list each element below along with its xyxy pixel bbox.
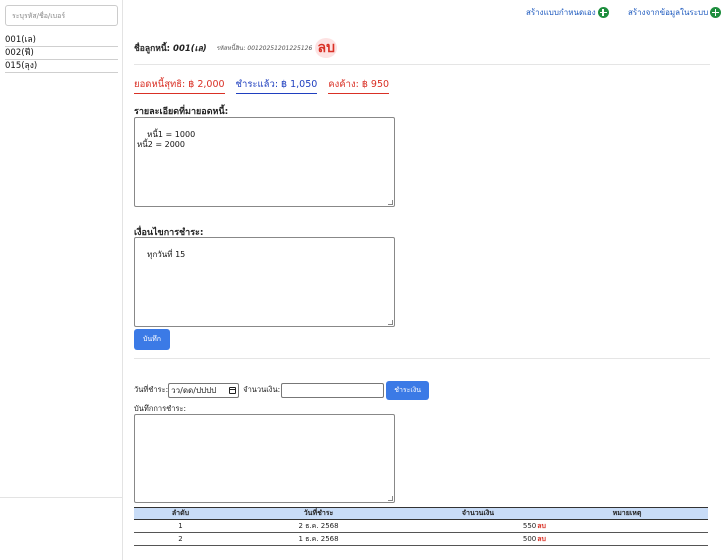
pay-button[interactable]: ชำระเงิน: [386, 380, 430, 400]
column-header: จำนวนเงิน: [410, 507, 546, 520]
payment-history-table: ลำดับ วันที่ชำระ จำนวนเงิน หมายเหตุ 1 2 …: [134, 507, 708, 546]
row-note: [546, 532, 708, 546]
sidebar-divider: [0, 497, 123, 498]
payment-amount-label: จำนวนเงิน:: [243, 385, 281, 394]
row-date: 2 ธ.ค. 2568: [227, 519, 410, 533]
resize-handle-icon[interactable]: [388, 200, 393, 205]
net-debt-amount: ยอดหนี้สุทธิ: ฿ 2,000: [134, 77, 225, 94]
divider: [134, 64, 710, 65]
payment-condition-text: ทุกวันที่ 15: [147, 250, 186, 259]
row-amount: 550: [522, 521, 537, 530]
debtor-name-value: 001(เล): [173, 44, 207, 54]
debtor-name-label: ชื่อลูกหนี้:: [134, 44, 171, 54]
payment-amount-input[interactable]: [281, 382, 385, 398]
table-row: 2 1 ธ.ค. 2568 500ลบ: [134, 532, 708, 546]
debtor-header: ชื่อลูกหนี้: 001(เล) รหัสหนี้สิน: 001202…: [134, 38, 338, 58]
plus-circle-icon: [710, 7, 722, 18]
sidebar: 001(เล) 002(ฟี) 015(ลุง): [0, 0, 123, 560]
debtor-list: 001(เล) 002(ฟี) 015(ลุง): [5, 34, 118, 73]
delete-debt-button[interactable]: ลบ: [315, 38, 338, 58]
payment-date-input[interactable]: วว/ดด/ปปปป: [168, 382, 240, 398]
debt-detail-text: หนี้1 = 1000 หนี้2 = 2000: [137, 130, 196, 149]
row-amount-cell: 550ลบ: [410, 519, 546, 533]
payment-form: วันที่ชำระ: วว/ดด/ปปปป จำนวนเงิน: ชำระเง…: [134, 380, 430, 400]
row-number: 2: [134, 532, 227, 546]
row-amount: 500: [522, 534, 537, 543]
row-date: 1 ธ.ค. 2568: [227, 532, 410, 546]
row-note: [546, 519, 708, 533]
detail-label: รายละเอียดที่มายอดหนี้:: [134, 107, 229, 117]
debt-detail-panel: ชื่อลูกหนี้: 001(เล) รหัสหนี้สิน: 001202…: [134, 0, 710, 560]
table-row: 1 2 ธ.ค. 2568 550ลบ: [134, 519, 708, 533]
payment-condition-textarea[interactable]: ทุกวันที่ 15: [134, 237, 395, 327]
divider: [134, 358, 710, 359]
row-amount-cell: 500ลบ: [410, 532, 546, 546]
calendar-icon[interactable]: [229, 386, 237, 394]
debt-code-label: รหัสหนี้สิน:: [216, 45, 246, 52]
payment-note-textarea[interactable]: [134, 414, 395, 503]
column-header: ลำดับ: [134, 507, 227, 520]
column-header: หมายเหตุ: [546, 507, 708, 520]
debt-detail-textarea[interactable]: หนี้1 = 1000 หนี้2 = 2000: [134, 117, 395, 207]
delete-payment-button[interactable]: ลบ: [537, 535, 546, 543]
debtor-search-input[interactable]: [5, 5, 118, 26]
resize-handle-icon[interactable]: [388, 496, 393, 501]
debt-code-value: 00120251201225126: [247, 44, 313, 52]
delete-payment-button[interactable]: ลบ: [537, 522, 546, 530]
payment-date-label: วันที่ชำระ:: [134, 385, 169, 394]
row-number: 1: [134, 519, 227, 533]
paid-amount: ชำระแล้ว: ฿ 1,050: [235, 77, 318, 94]
remaining-amount: คงค้าง: ฿ 950: [328, 77, 390, 94]
debtor-item[interactable]: 015(ลุง): [5, 60, 118, 73]
debtor-item[interactable]: 002(ฟี): [5, 47, 118, 60]
save-button[interactable]: บันทึก: [134, 329, 170, 350]
debt-summary: ยอดหนี้สุทธิ: ฿ 2,000 ชำระแล้ว: ฿ 1,050 …: [134, 77, 390, 94]
resize-handle-icon[interactable]: [388, 320, 393, 325]
table-header-row: ลำดับ วันที่ชำระ จำนวนเงิน หมายเหตุ: [134, 507, 708, 520]
debtor-item[interactable]: 001(เล): [5, 34, 118, 47]
payment-date-placeholder: วว/ดด/ปปปป: [171, 385, 217, 395]
column-header: วันที่ชำระ: [227, 507, 410, 520]
